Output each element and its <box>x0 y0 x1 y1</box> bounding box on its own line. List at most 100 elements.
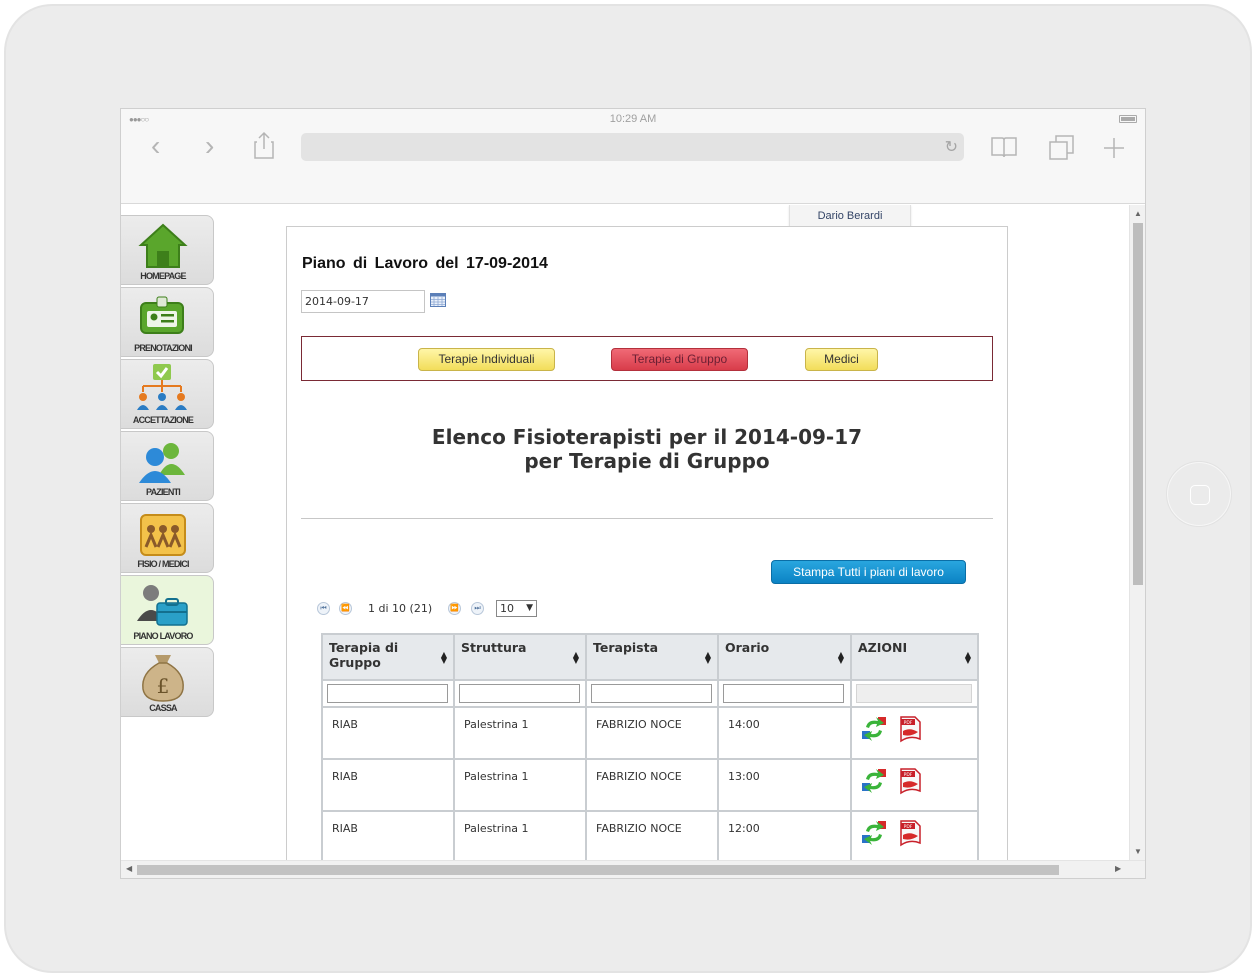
cell-azioni: PDF <box>850 758 979 812</box>
tabs-icon[interactable] <box>1049 135 1075 161</box>
prev-page-icon[interactable]: ⏪ <box>339 602 352 615</box>
table-row: RIAB Palestrina 1 FABRIZIO NOCE 12:00 PD… <box>321 810 979 860</box>
table-header-row: Terapia di Gruppo ▲ ▼ Struttura ▲ ▼ Terapist… <box>321 633 979 681</box>
scroll-left-icon[interactable]: ◀ <box>126 864 132 873</box>
filter-input[interactable] <box>459 684 580 703</box>
sidebar-item-cassa[interactable]: £ CASSA <box>121 647 214 717</box>
vertical-scroll-thumb[interactable] <box>1133 223 1143 585</box>
horizontal-scrollbar[interactable]: ◀ ▶ <box>121 860 1145 878</box>
sort-icon: ▲ ▼ <box>440 650 447 665</box>
filter-input-disabled <box>856 684 972 703</box>
main-panel: Piano di Lavoro del 17-09-2014 Terapie I… <box>286 226 1008 860</box>
tablet-frame: ●●●○○ 10:29 AM ‹ › ↻ HOMEPAGE PRENOTAZIO… <box>4 4 1252 973</box>
cell-struttura: Palestrina 1 <box>453 706 587 760</box>
last-page-icon[interactable]: ⏭ <box>471 602 484 615</box>
sort-icon: ▲ ▼ <box>572 650 579 665</box>
page-size-value: 10 <box>500 602 514 615</box>
sort-icon: ▲ ▼ <box>704 650 711 665</box>
sidebar-item-prenotazioni[interactable]: PRENOTAZIONI <box>121 287 214 357</box>
pdf-icon[interactable]: PDF <box>898 819 922 847</box>
house-icon <box>138 223 188 268</box>
date-field[interactable] <box>301 290 425 313</box>
reload-icon[interactable]: ↻ <box>945 137 958 157</box>
column-header-label: Terapia di Gruppo <box>329 640 399 670</box>
column-header[interactable]: Struttura ▲ ▼ <box>453 633 587 681</box>
cell-azioni: PDF <box>850 810 979 860</box>
divider <box>301 518 993 519</box>
page-size-select[interactable]: 10 ▼ <box>496 600 537 617</box>
pdf-icon-label: PDF <box>903 824 912 830</box>
home-button[interactable] <box>1166 461 1232 527</box>
sidebar-item-label: ACCETTAZIONE <box>132 415 194 425</box>
cell-terapista: FABRIZIO NOCE <box>585 758 719 812</box>
browser-chrome: ●●●○○ 10:29 AM ‹ › ↻ <box>121 109 1145 204</box>
chevron-down-icon: ▼ <box>526 603 533 613</box>
list-heading: Elenco Fisioterapisti per il 2014-09-17 … <box>301 425 993 473</box>
id-card-icon <box>140 296 184 334</box>
page-report: 1 di 10 (21) <box>368 602 433 615</box>
new-tab-icon[interactable] <box>1103 137 1125 159</box>
cell-terapia: RIAB <box>321 706 455 760</box>
filter-input[interactable] <box>327 684 448 703</box>
scroll-up-icon[interactable]: ▲ <box>1134 209 1142 218</box>
sidebar-item-piano-lavoro[interactable]: PIANO LAVORO <box>121 575 214 645</box>
cell-orario: 12:00 <box>717 810 852 860</box>
sort-icon: ▲ ▼ <box>964 650 971 665</box>
sidebar-item-label: PIANO LAVORO <box>133 631 193 641</box>
list-heading-line1: Elenco Fisioterapisti per il 2014-09-17 <box>431 425 863 449</box>
cell-terapia: RIAB <box>321 810 455 860</box>
filter-input[interactable] <box>591 684 712 703</box>
cell-azioni: PDF <box>850 706 979 760</box>
back-icon[interactable]: ‹ <box>151 131 160 161</box>
column-header[interactable]: Orario ▲ ▼ <box>717 633 852 681</box>
sidebar-item-homepage[interactable]: HOMEPAGE <box>121 215 214 285</box>
filter-input[interactable] <box>723 684 844 703</box>
column-header-label: Struttura <box>461 640 527 655</box>
tab-medici[interactable]: Medici <box>805 348 878 371</box>
data-table: Terapia di Gruppo ▲ ▼ Struttura ▲ ▼ Terapist… <box>321 633 979 860</box>
refresh-icon[interactable] <box>860 767 888 795</box>
briefcase-user-icon <box>137 585 188 626</box>
pdf-icon[interactable]: PDF <box>898 767 922 795</box>
sidebar-item-label: FISIO / MEDICI <box>137 559 189 569</box>
share-icon[interactable] <box>253 131 275 159</box>
next-page-icon[interactable]: ⏩ <box>448 602 461 615</box>
pdf-icon-label: PDF <box>903 772 912 778</box>
org-chart-icon <box>137 364 187 410</box>
list-heading-line2: per Terapie di Gruppo <box>524 449 770 473</box>
sidebar-item-fisio-medici[interactable]: FISIO / MEDICI <box>121 503 214 573</box>
vertical-scrollbar[interactable]: ▲ ▼ <box>1129 205 1145 860</box>
column-header[interactable]: Terapia di Gruppo ▲ ▼ <box>321 633 455 681</box>
column-header[interactable]: AZIONI ▲ ▼ <box>850 633 979 681</box>
print-all-button[interactable]: Stampa Tutti i piani di lavoro <box>771 560 966 584</box>
pdf-icon[interactable]: PDF <box>898 715 922 743</box>
tab-terapie-di-gruppo[interactable]: Terapie di Gruppo <box>611 348 748 371</box>
table-row: RIAB Palestrina 1 FABRIZIO NOCE 13:00 PD… <box>321 758 979 812</box>
column-header[interactable]: Terapista ▲ ▼ <box>585 633 719 681</box>
filter-cell <box>453 679 587 708</box>
filter-cell <box>850 679 979 708</box>
scroll-down-icon[interactable]: ▼ <box>1134 847 1142 856</box>
money-bag-icon: £ <box>142 655 184 702</box>
refresh-icon[interactable] <box>860 715 888 743</box>
cell-struttura: Palestrina 1 <box>453 810 587 860</box>
tab-bar: Terapie Individuali Terapie di Gruppo Me… <box>301 336 993 381</box>
sidebar-item-pazienti[interactable]: PAZIENTI <box>121 431 214 501</box>
cell-terapista: FABRIZIO NOCE <box>585 706 719 760</box>
cell-terapia: RIAB <box>321 758 455 812</box>
scroll-right-icon[interactable]: ▶ <box>1115 864 1121 873</box>
first-page-icon[interactable]: ⏮ <box>317 602 330 615</box>
tab-terapie-individuali[interactable]: Terapie Individuali <box>418 348 555 371</box>
cell-orario: 13:00 <box>717 758 852 812</box>
cell-terapista: FABRIZIO NOCE <box>585 810 719 860</box>
forward-icon[interactable]: › <box>205 131 214 161</box>
screen: ●●●○○ 10:29 AM ‹ › ↻ HOMEPAGE PRENOTAZIO… <box>120 108 1146 879</box>
column-header-label: AZIONI <box>858 640 908 655</box>
address-bar[interactable]: ↻ <box>301 133 964 161</box>
calendar-icon[interactable] <box>430 293 446 307</box>
bookmarks-icon[interactable] <box>991 136 1017 158</box>
filter-cell <box>321 679 455 708</box>
horizontal-scroll-thumb[interactable] <box>137 865 1059 875</box>
sidebar-item-accettazione[interactable]: ACCETTAZIONE <box>121 359 214 429</box>
refresh-icon[interactable] <box>860 819 888 847</box>
